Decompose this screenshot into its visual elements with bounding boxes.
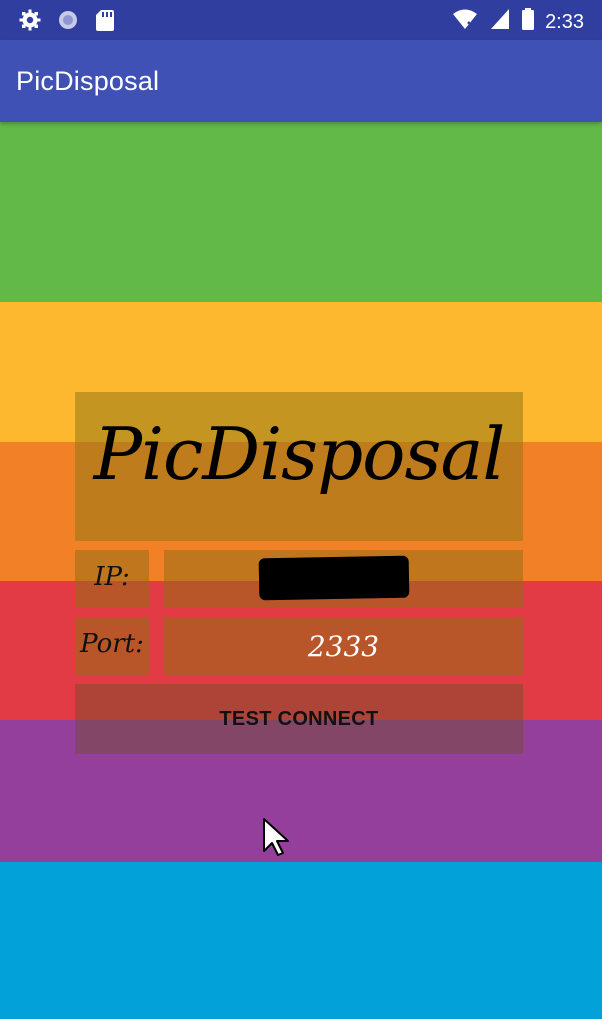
mouse-cursor-icon xyxy=(262,817,290,857)
status-left-icons xyxy=(18,8,116,37)
port-label: Port: xyxy=(80,629,144,659)
sd-card-icon xyxy=(94,8,116,37)
clock-time: 2:33 xyxy=(545,10,584,33)
status-right-icons: 2:33 xyxy=(451,7,584,37)
ip-label-box: IP: xyxy=(75,550,149,608)
brand-banner: PicDisposal xyxy=(75,392,523,541)
redaction-mark xyxy=(258,555,410,601)
status-bar: 2:33 xyxy=(0,0,602,40)
signal-icon xyxy=(489,7,511,37)
app-bar: PicDisposal xyxy=(0,40,602,122)
port-input[interactable] xyxy=(164,617,523,675)
app-title: PicDisposal xyxy=(16,66,160,96)
stripe-blue xyxy=(0,862,602,1019)
sync-icon xyxy=(56,8,80,37)
battery-icon xyxy=(521,7,535,37)
port-label-box: Port: xyxy=(75,617,149,675)
brand-logo-text: PicDisposal xyxy=(93,412,506,496)
test-connect-button[interactable]: TEST CONNECT xyxy=(75,684,523,754)
stripe-green xyxy=(0,122,602,302)
gear-icon xyxy=(18,8,42,37)
wifi-icon xyxy=(451,7,479,37)
connection-form: PicDisposal IP: Port: TEST CONNECT xyxy=(75,392,523,755)
ip-label: IP: xyxy=(94,562,130,592)
